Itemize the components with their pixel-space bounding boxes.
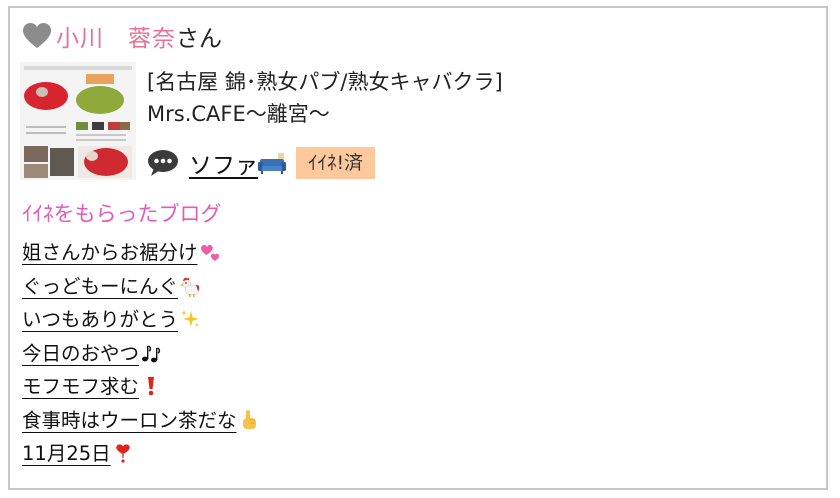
- list-item: 姐さんからお裾分け: [22, 236, 260, 270]
- list-item: 食事時はウーロン茶だな: [22, 404, 260, 438]
- list-item: 11月25日: [22, 437, 260, 471]
- shop-name[interactable]: Mrs.CAFE～離宮～: [147, 98, 503, 130]
- blog-link[interactable]: ぐっどもーにんぐ: [22, 275, 201, 298]
- card-header: 小川 蓉奈 さん: [22, 18, 222, 54]
- liked-blogs-heading: ｲｲﾈをもらったブログ: [22, 202, 222, 226]
- blog-title: 11月25日: [22, 442, 111, 465]
- rooster-icon: [179, 274, 201, 297]
- item-thumbnail[interactable]: [20, 62, 136, 180]
- music-notes-icon: [140, 341, 162, 363]
- item-link[interactable]: ソファ: [189, 146, 286, 180]
- blog-title: ぐっどもーにんぐ: [22, 274, 179, 298]
- blog-title: 今日のおやつ: [22, 341, 140, 365]
- list-item: いつもありがとう: [22, 303, 260, 337]
- blog-title: モフモフ求む: [22, 375, 140, 398]
- heart-icon: [22, 22, 52, 50]
- blog-title: いつもありがとう: [22, 308, 179, 331]
- user-name[interactable]: 小川 蓉奈: [56, 19, 176, 53]
- list-item: 今日のおやつ: [22, 337, 260, 371]
- heart-exclamation-icon: [112, 441, 134, 463]
- name-suffix: さん: [176, 26, 222, 52]
- blog-list: 姐さんからお裾分け ぐっどもーにんぐ いつもありがとう 今日のおやつ モフモフ求…: [22, 236, 260, 471]
- exclamation-icon: [140, 374, 162, 396]
- blog-link[interactable]: いつもありがとう: [22, 308, 201, 331]
- item-row: ソファ ｲｲﾈ!済: [147, 144, 376, 182]
- shop-info: [名古屋 錦･熟女パブ/熟女キャバクラ] Mrs.CAFE～離宮～: [147, 66, 503, 130]
- blog-link[interactable]: 食事時はウーロン茶だな: [22, 409, 260, 432]
- sparkles-icon: [179, 307, 201, 329]
- like-card: 小川 蓉奈 さん [名古屋 錦･熟女パブ/熟女キャバクラ] Mrs.CAFE～離…: [8, 6, 828, 490]
- item-title: ソファ: [189, 153, 258, 179]
- shop-area-genre: [名古屋 錦･熟女パブ/熟女キャバクラ]: [147, 70, 503, 94]
- blog-title: 姐さんからお裾分け: [22, 241, 198, 264]
- blog-link[interactable]: 11月25日: [22, 442, 134, 465]
- speech-bubble-icon: [147, 149, 179, 177]
- list-item: モフモフ求む: [22, 370, 260, 404]
- sofa-icon: [258, 153, 286, 175]
- two-hearts-icon: [199, 240, 221, 262]
- pointing-up-icon: [238, 408, 260, 430]
- iine-done-badge: ｲｲﾈ!済: [296, 147, 376, 179]
- blog-link[interactable]: 今日のおやつ: [22, 342, 162, 365]
- blog-link[interactable]: 姐さんからお裾分け: [22, 241, 221, 264]
- list-item: ぐっどもーにんぐ: [22, 270, 260, 304]
- blog-title: 食事時はウーロン茶だな: [22, 408, 237, 432]
- blog-link[interactable]: モフモフ求む: [22, 375, 162, 398]
